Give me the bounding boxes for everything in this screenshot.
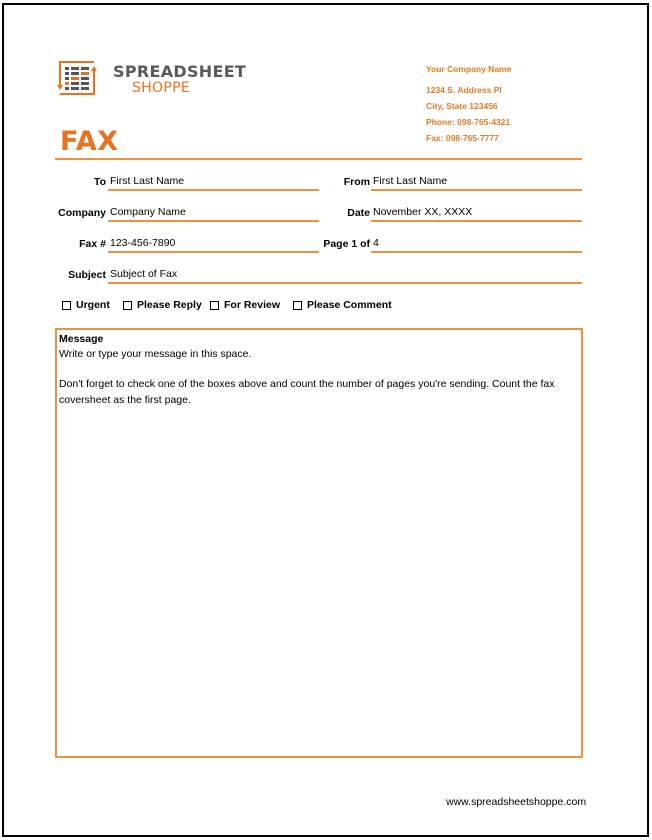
to-field[interactable]: First Last Name (108, 175, 319, 191)
date-label: Date (347, 207, 370, 219)
checkbox-urgent[interactable]: Urgent (62, 299, 110, 311)
message-area[interactable]: Message Write or type your message in th… (55, 328, 583, 758)
message-title: Message (59, 333, 104, 345)
from-label: From (343, 176, 370, 188)
company-label: Company (58, 207, 106, 219)
checkbox-label: Please Reply (137, 299, 202, 311)
checkbox-icon[interactable] (62, 300, 71, 310)
fax-number-label: Fax # (79, 238, 106, 250)
checkbox-label: Please Comment (307, 299, 392, 311)
to-label: To (93, 176, 106, 188)
checkbox-icon[interactable] (210, 300, 219, 310)
pages-field[interactable]: 4 (371, 237, 582, 253)
company-city: City, State 123456 (426, 101, 498, 111)
subject-field[interactable]: Subject of Fax (108, 268, 582, 284)
message-line-3: coversheet as the first page. (59, 394, 191, 406)
header-divider (55, 158, 582, 160)
checkbox-please-reply[interactable]: Please Reply (123, 299, 202, 311)
pages-label: Page 1 of (323, 238, 370, 250)
footer-website[interactable]: www.spreadsheetshoppe.com (446, 796, 586, 808)
subject-label: Subject (68, 269, 106, 281)
checkbox-please-comment[interactable]: Please Comment (293, 299, 392, 311)
company-phone: Phone: 098-765-4321 (426, 117, 511, 127)
fax-number-field[interactable]: 123-456-7890 (108, 237, 319, 253)
spreadsheet-arrows-icon (57, 61, 97, 95)
company-address: 1234 S. Address Pl (426, 85, 502, 95)
document-title: FAX (60, 126, 119, 157)
logo-text-spreadsheet: SPREADSHEET (113, 62, 247, 81)
checkbox-icon[interactable] (293, 300, 302, 310)
logo: SPREADSHEET SHOPPE (54, 58, 246, 98)
checkbox-icon[interactable] (123, 300, 132, 310)
checkbox-label: Urgent (76, 299, 110, 311)
checkbox-label: For Review (224, 299, 281, 311)
from-field[interactable]: First Last Name (371, 175, 582, 191)
company-field[interactable]: Company Name (108, 206, 319, 222)
date-field[interactable]: November XX, XXXX (371, 206, 582, 222)
company-name: Your Company Name (426, 64, 512, 74)
checkbox-for-review[interactable]: For Review (210, 299, 280, 311)
message-line-2: Don't forget to check one of the boxes a… (59, 378, 555, 390)
logo-text-shoppe: SHOPPE (132, 80, 190, 96)
company-fax: Fax: 098-765-7777 (426, 133, 499, 143)
message-line-1: Write or type your message in this space… (59, 348, 252, 360)
